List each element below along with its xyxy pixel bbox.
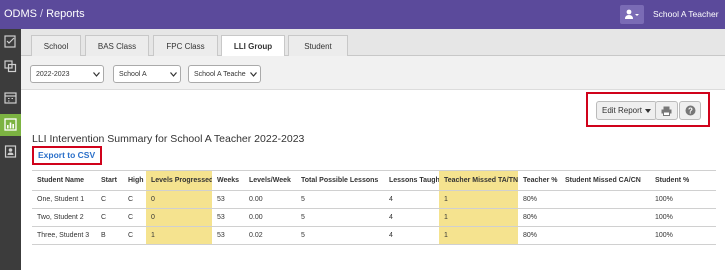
- table-cell: 5: [296, 226, 384, 245]
- table-cell: 5: [296, 190, 384, 209]
- table-cell: 4: [384, 190, 439, 209]
- table-cell: [560, 190, 650, 209]
- table-cell: 80%: [518, 190, 560, 209]
- table-cell: [560, 208, 650, 227]
- report-title: LLI Intervention Summary for School A Te…: [32, 133, 305, 145]
- tab-bas-class[interactable]: BAS Class: [85, 35, 149, 56]
- breadcrumb-separator: /: [40, 8, 44, 20]
- tab-school[interactable]: School: [31, 35, 81, 56]
- table-cell: 0: [146, 208, 212, 227]
- copy-icon: [4, 60, 17, 73]
- table-cell: 80%: [518, 226, 560, 245]
- user-icon: [625, 9, 639, 19]
- table-cell: 1: [439, 208, 518, 227]
- top-bar: ODMS / Reports School A Teacher: [0, 0, 725, 29]
- table-cell: One, Student 1: [32, 190, 96, 209]
- table-cell: 53: [212, 190, 244, 209]
- table-cell: 0.02: [244, 226, 296, 245]
- table-cell: 100%: [650, 226, 716, 245]
- table-header-row: Student Name Start High Levels Progresse…: [32, 170, 716, 191]
- tab-lli-group[interactable]: LLI Group: [221, 35, 285, 57]
- table-cell: 5: [296, 208, 384, 227]
- tab-student[interactable]: Student: [288, 35, 348, 56]
- table-cell: 1: [439, 226, 518, 245]
- column-header[interactable]: Lessons Taught: [384, 170, 439, 191]
- chevron-down-icon: [93, 72, 100, 77]
- contact-icon: [4, 145, 17, 158]
- table-cell: C: [96, 190, 123, 209]
- sidebar: [0, 29, 21, 270]
- table-cell: 1: [439, 190, 518, 209]
- table-cell: 0.00: [244, 208, 296, 227]
- page-title: Reports: [46, 8, 85, 20]
- table-cell: B: [96, 226, 123, 245]
- table-cell: 4: [384, 208, 439, 227]
- breadcrumb: ODMS / Reports: [4, 8, 85, 20]
- chart-icon: [4, 118, 17, 131]
- app-link[interactable]: ODMS: [4, 8, 37, 20]
- year-select-value: 2022-2023: [36, 70, 70, 78]
- help-button[interactable]: ?: [679, 101, 701, 120]
- table-cell: 4: [384, 226, 439, 245]
- table-cell: [560, 226, 650, 245]
- sidebar-item-contacts[interactable]: [0, 141, 21, 163]
- table-row: One, Student 1 C C 0 53 0.00 5 4 1 80% 1…: [32, 190, 716, 209]
- table-cell: C: [123, 208, 146, 227]
- caret-down-icon: [645, 108, 652, 113]
- user-name: School A Teacher: [653, 9, 719, 19]
- year-select[interactable]: 2022-2023: [30, 65, 104, 83]
- sidebar-item-copy[interactable]: [0, 56, 21, 78]
- school-select[interactable]: School A: [113, 65, 181, 83]
- table-row: Two, Student 2 C C 0 53 0.00 5 4 1 80% 1…: [32, 208, 716, 227]
- table-cell: Three, Student 3: [32, 226, 96, 245]
- column-header[interactable]: Student Missed CA/CN: [560, 170, 650, 191]
- edit-report-label: Edit Report: [601, 106, 643, 115]
- edit-report-button[interactable]: Edit Report: [596, 101, 657, 120]
- export-csv-link[interactable]: Export to CSV: [38, 150, 95, 160]
- chevron-down-icon: [170, 72, 177, 77]
- chevron-down-icon: [250, 72, 257, 77]
- table-row: Three, Student 3 B C 1 53 0.02 5 4 1 80%…: [32, 226, 716, 245]
- report-tabs: School BAS Class FPC Class LLI Group Stu…: [21, 29, 725, 57]
- table-cell: 53: [212, 226, 244, 245]
- filter-bar: 2022-2023 School A School A Teache: [21, 56, 725, 90]
- user-menu-button[interactable]: [620, 5, 644, 24]
- column-header[interactable]: Student %: [650, 170, 716, 191]
- teacher-select[interactable]: School A Teache: [188, 65, 261, 83]
- column-header[interactable]: Levels Progressed: [146, 170, 212, 191]
- summary-table: Student Name Start High Levels Progresse…: [32, 170, 716, 245]
- column-header[interactable]: Total Possible Lessons: [296, 170, 384, 191]
- calendar-icon: [4, 92, 17, 104]
- table-cell: C: [96, 208, 123, 227]
- table-cell: C: [123, 190, 146, 209]
- table-cell: C: [123, 226, 146, 245]
- column-header[interactable]: Teacher Missed TA/TN: [439, 170, 518, 191]
- table-cell: 100%: [650, 208, 716, 227]
- teacher-select-value: School A Teache: [194, 70, 246, 78]
- column-header[interactable]: Student Name: [32, 170, 96, 191]
- print-icon: [661, 106, 672, 116]
- help-icon: ?: [685, 105, 695, 116]
- tab-fpc-class[interactable]: FPC Class: [153, 35, 218, 56]
- table-cell: 80%: [518, 208, 560, 227]
- table-cell: 100%: [650, 190, 716, 209]
- sidebar-item-calendar[interactable]: [0, 87, 21, 109]
- column-header[interactable]: Weeks: [212, 170, 244, 191]
- table-cell: Two, Student 2: [32, 208, 96, 227]
- table-cell: 0: [146, 190, 212, 209]
- sidebar-item-reports[interactable]: [0, 114, 21, 136]
- svg-text:?: ?: [688, 106, 693, 115]
- table-cell: 1: [146, 226, 212, 245]
- column-header[interactable]: Teacher %: [518, 170, 560, 191]
- print-button[interactable]: [655, 101, 678, 120]
- column-header[interactable]: Start: [96, 170, 123, 191]
- column-header[interactable]: High: [123, 170, 146, 191]
- table-cell: 0.00: [244, 190, 296, 209]
- school-select-value: School A: [119, 70, 147, 78]
- table-cell: 53: [212, 208, 244, 227]
- checklist-icon: [4, 35, 16, 48]
- sidebar-item-checklist[interactable]: [0, 31, 21, 53]
- column-header[interactable]: Levels/Week: [244, 170, 296, 191]
